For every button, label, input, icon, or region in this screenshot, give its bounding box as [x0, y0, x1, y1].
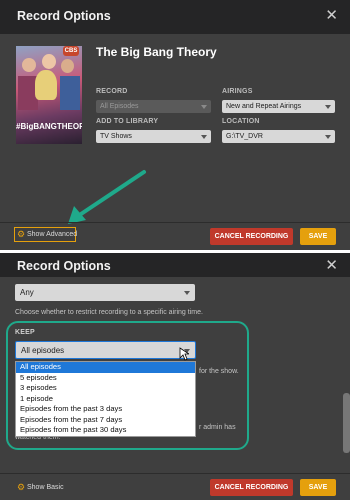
chevron-down-icon [201, 105, 207, 109]
close-icon[interactable]: ✕ [325, 8, 338, 23]
chevron-down-icon [201, 135, 207, 139]
delete-help-partial: r admin has [199, 424, 236, 431]
keep-option-3[interactable]: 3 episodes [16, 383, 195, 394]
save-button[interactable]: SAVE [300, 479, 336, 496]
close-icon[interactable]: ✕ [325, 258, 338, 273]
record-label: RECORD [96, 88, 128, 95]
airtime-help-text: Choose whether to restrict recording to … [15, 309, 203, 316]
keep-option-1[interactable]: 1 episode [16, 394, 195, 405]
keep-label: KEEP [15, 329, 35, 336]
record-select-value: All Episodes [100, 103, 139, 110]
cancel-recording-button[interactable]: CANCEL RECORDING [210, 228, 293, 245]
location-select[interactable]: G:\TV_DVR [222, 130, 335, 143]
library-label: ADD TO LIBRARY [96, 118, 159, 125]
airtime-select[interactable]: Any [15, 284, 195, 301]
keep-option-30-days[interactable]: Episodes from the past 30 days [16, 425, 195, 436]
library-select-value: TV Shows [100, 133, 132, 140]
gear-icon: ⚙ [17, 482, 26, 492]
airings-label: AIRINGS [222, 88, 253, 95]
save-button[interactable]: SAVE [300, 228, 336, 245]
keep-select[interactable]: All episodes [15, 341, 196, 359]
location-label: LOCATION [222, 118, 260, 125]
dialog-title: Record Options [17, 259, 111, 273]
keep-help-partial: for the show. [199, 368, 239, 375]
keep-dropdown-list: All episodes 5 episodes 3 episodes 1 epi… [15, 361, 196, 437]
keep-option-5[interactable]: 5 episodes [16, 373, 195, 384]
keep-option-3-days[interactable]: Episodes from the past 3 days [16, 404, 195, 415]
chevron-down-icon [325, 135, 331, 139]
airtime-select-value: Any [20, 288, 34, 297]
keep-select-value: All episodes [21, 346, 65, 355]
library-select[interactable]: TV Shows [96, 130, 211, 143]
cancel-recording-button[interactable]: CANCEL RECORDING [210, 479, 293, 496]
show-title: The Big Bang Theory [96, 45, 217, 59]
chevron-down-icon [325, 105, 331, 109]
mouse-cursor-icon [179, 347, 189, 361]
airings-select[interactable]: New and Repeat Airings [222, 100, 335, 113]
show-advanced-link[interactable]: Show Advanced [27, 231, 77, 238]
record-select: All Episodes [96, 100, 211, 113]
dialog-header: Record Options ✕ [0, 0, 350, 34]
show-poster: #BigBANGTHEORY [16, 46, 82, 144]
chevron-down-icon [184, 291, 190, 295]
airings-select-value: New and Repeat Airings [226, 103, 302, 110]
show-basic-link[interactable]: Show Basic [27, 484, 64, 491]
annotation-arrow-icon [68, 170, 146, 224]
record-options-dialog-top: Record Options ✕ #BigBANGTHEORY CBS The … [0, 0, 350, 250]
location-select-value: G:\TV_DVR [226, 133, 263, 140]
record-options-dialog-bottom: Record Options ✕ Any Choose whether to r… [0, 253, 350, 500]
dialog-scrollbar[interactable] [343, 393, 350, 453]
gear-icon: ⚙ [17, 229, 26, 239]
poster-title: #BigBANGTHEORY [16, 122, 82, 131]
dialog-header: Record Options ✕ [0, 253, 350, 277]
keep-option-all[interactable]: All episodes [16, 362, 195, 373]
dialog-title: Record Options [17, 9, 111, 23]
network-badge: CBS [63, 46, 79, 56]
keep-option-7-days[interactable]: Episodes from the past 7 days [16, 415, 195, 426]
